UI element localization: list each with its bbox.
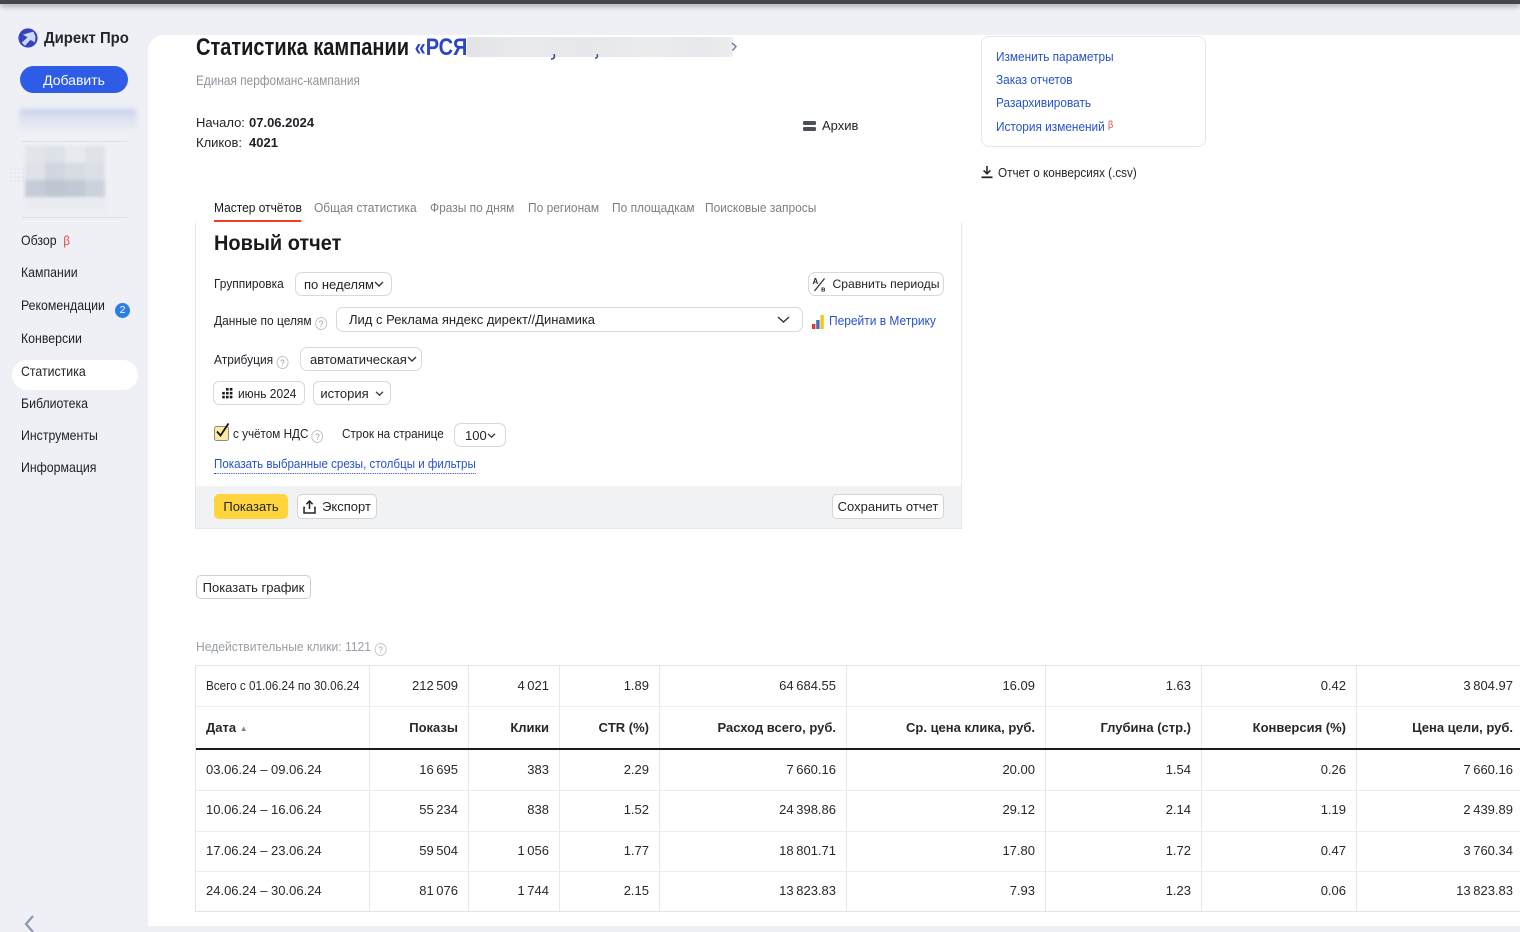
svg-text:в: в xyxy=(821,286,826,292)
svg-text:А: А xyxy=(813,277,819,286)
